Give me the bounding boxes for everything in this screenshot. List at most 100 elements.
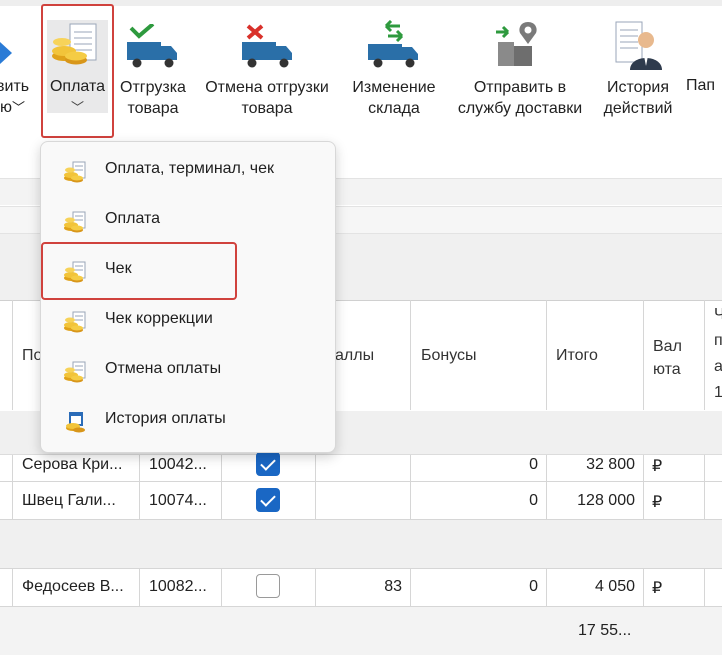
cell-points: 83 xyxy=(384,578,402,595)
cancel-shipment-label-1: Отмена отгрузки xyxy=(205,79,329,96)
shipment-label-1: Отгрузка xyxy=(120,79,186,96)
col-divider xyxy=(546,568,547,606)
row-checkbox[interactable] xyxy=(256,488,280,512)
col-divider xyxy=(12,300,13,410)
menu-item-label: Оплата, терминал, чек xyxy=(105,160,275,177)
menu-item[interactable]: Чек коррекции xyxy=(41,301,335,341)
partial-right-label: Пап xyxy=(686,77,716,94)
col-divider xyxy=(643,300,644,410)
cell-code: 10074... xyxy=(149,492,207,509)
header-currency[interactable]: Вал юта xyxy=(653,335,682,381)
chevron-down-icon: ﹀ xyxy=(70,100,84,115)
send-delivery-label-1: Отправить в xyxy=(473,79,567,96)
cell-bonus: 0 xyxy=(529,456,538,473)
pay-button[interactable]: Оплата ﹀ xyxy=(41,4,114,138)
col-divider xyxy=(643,568,644,606)
cell-total: 4 050 xyxy=(594,578,635,595)
change-warehouse-label-1: Изменение xyxy=(352,79,436,96)
menu-item-label: История оплаты xyxy=(105,410,226,427)
send-delivery-button[interactable]: Отправить в службу доставки xyxy=(448,6,592,117)
header-currency-2: юта xyxy=(653,361,681,378)
shipment-label-2: товара xyxy=(127,100,179,117)
col-divider xyxy=(139,568,140,606)
row-checkbox[interactable] xyxy=(256,574,280,598)
row-checkbox[interactable] xyxy=(256,452,280,476)
change-warehouse-label-2: склада xyxy=(368,100,420,117)
col-divider xyxy=(643,455,644,519)
col-divider xyxy=(410,300,411,410)
header-bonus[interactable]: Бонусы xyxy=(421,347,477,365)
cell-code: 10042... xyxy=(149,456,207,473)
truck-check-icon xyxy=(127,24,177,68)
col-divider xyxy=(12,568,13,606)
coins-document-icon xyxy=(52,23,97,65)
coins-document-icon xyxy=(64,211,86,233)
partial-left-button[interactable]: вить ю﹀ xyxy=(0,6,40,116)
cancel-shipment-label-2: товара xyxy=(241,100,293,117)
user-history-icon xyxy=(615,21,662,70)
truck-swap-icon xyxy=(368,20,418,68)
col-divider xyxy=(704,300,705,410)
coins-document-icon xyxy=(64,161,86,183)
col-divider xyxy=(704,455,705,519)
history-label-1: История xyxy=(606,79,670,96)
partial-left-label-2: ю xyxy=(0,99,12,116)
menu-item[interactable]: Отмена оплаты xyxy=(41,351,335,391)
cell-bonus: 0 xyxy=(529,578,538,595)
cell-bonus: 0 xyxy=(529,492,538,509)
header-currency-1: Вал xyxy=(653,338,682,355)
col-divider xyxy=(546,300,547,410)
header-last-2: п xyxy=(714,332,722,349)
group-row[interactable] xyxy=(0,520,722,568)
header-last-4: 1 xyxy=(714,384,722,401)
cell-buyer: Швец Гали... xyxy=(22,492,116,509)
menu-item-label: Чек коррекции xyxy=(105,310,213,327)
cell-total: 128 000 xyxy=(577,492,635,509)
change-warehouse-button[interactable]: Изменение склада xyxy=(345,6,443,117)
cell-total: 32 800 xyxy=(586,456,635,473)
cell-buyer: Серова Кри... xyxy=(22,456,123,473)
menu-item-label: Отмена оплаты xyxy=(105,360,222,377)
partial-right-button[interactable]: Пап xyxy=(686,77,722,107)
delivery-location-icon xyxy=(496,22,537,66)
header-total[interactable]: Итого xyxy=(556,347,598,365)
cell-currency: ₽ xyxy=(652,458,663,475)
cell-buyer: Федосеев В... xyxy=(22,578,124,595)
col-divider xyxy=(410,568,411,606)
history-label-2: действий xyxy=(603,100,673,117)
cancel-shipment-button[interactable]: Отмена отгрузки товара xyxy=(196,6,338,117)
selected-item-highlight xyxy=(41,242,237,300)
col-divider xyxy=(704,568,705,606)
col-divider xyxy=(410,455,411,519)
col-divider xyxy=(315,455,316,519)
partial-left-label-1: вить xyxy=(0,78,30,95)
col-divider xyxy=(221,568,222,606)
truck-cross-icon xyxy=(242,24,292,68)
coins-document-icon xyxy=(64,311,86,333)
send-delivery-label-2: службу доставки xyxy=(457,100,583,117)
col-divider xyxy=(546,455,547,519)
menu-item-label: Оплата xyxy=(105,210,161,227)
menu-item[interactable]: История оплаты xyxy=(41,401,335,441)
header-last-1: Ч xyxy=(714,306,722,323)
col-divider xyxy=(315,568,316,606)
footer-total: 17 55... xyxy=(578,622,632,639)
cell-currency: ₽ xyxy=(652,580,663,597)
chevron-down-icon: ﹀ xyxy=(12,100,26,115)
history-button[interactable]: История действий xyxy=(596,6,680,117)
coins-document-icon xyxy=(64,361,86,383)
col-divider xyxy=(12,455,13,519)
header-points[interactable]: аллы xyxy=(335,347,374,365)
calendar-coins-icon xyxy=(66,412,85,433)
diamond-arrow-icon xyxy=(0,42,12,64)
header-last[interactable]: Ч п а 1 xyxy=(714,302,722,406)
menu-item[interactable]: Оплата, терминал, чек xyxy=(41,151,335,191)
cell-currency: ₽ xyxy=(652,494,663,511)
header-last-3: а xyxy=(714,358,722,375)
col-divider xyxy=(139,455,140,519)
col-divider xyxy=(221,455,222,519)
pay-button-label: Оплата xyxy=(49,78,106,95)
menu-item[interactable]: Оплата xyxy=(41,201,335,241)
shipment-button[interactable]: Отгрузка товара xyxy=(113,6,193,117)
cell-code: 10082... xyxy=(149,578,207,595)
